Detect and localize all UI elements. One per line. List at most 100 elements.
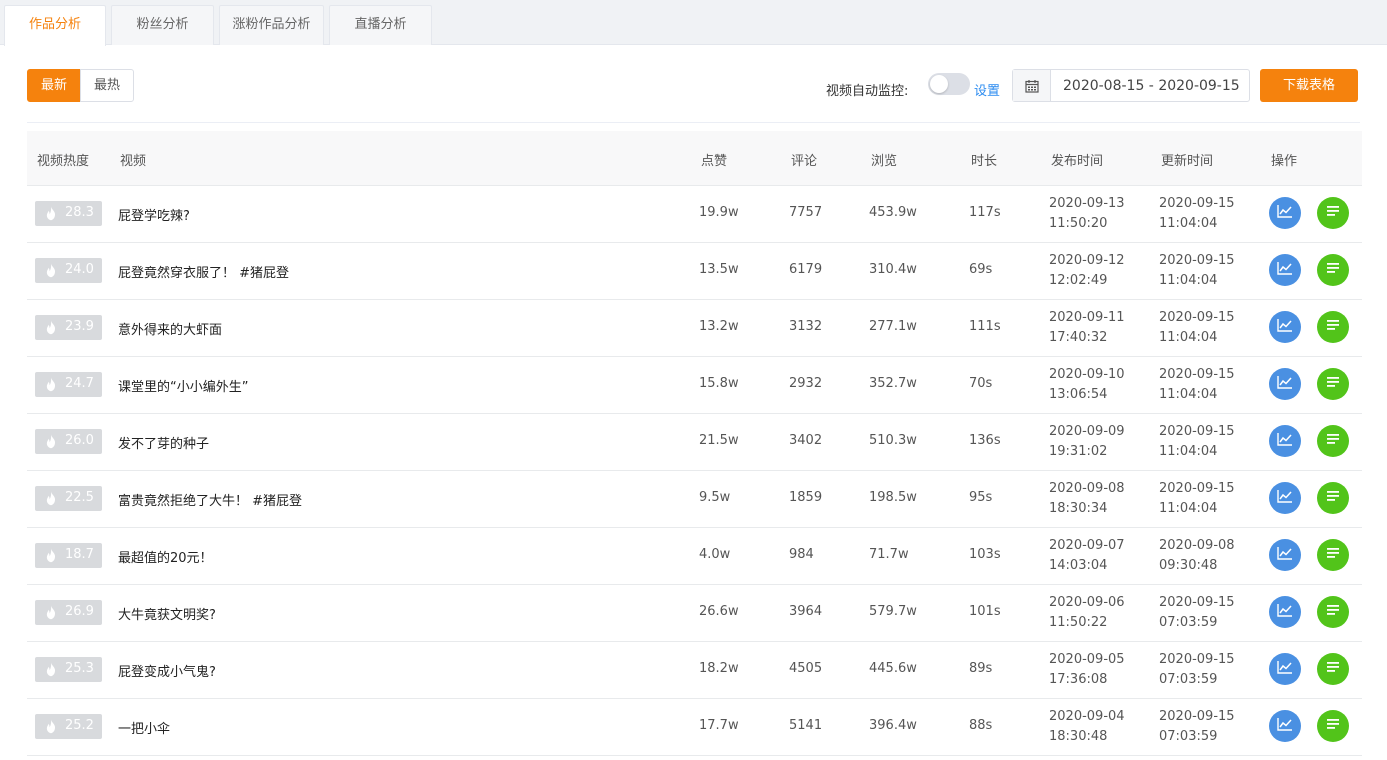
publish-time: 2020-09-10 13:06:54 [1049, 365, 1125, 405]
publish-clock: 11:50:20 [1049, 216, 1108, 231]
video-title[interactable]: 屁登变成小气鬼? [118, 661, 216, 680]
trend-chart-button[interactable] [1269, 197, 1301, 229]
likes-count: 9.5w [699, 490, 731, 505]
update-clock: 07:03:59 [1159, 729, 1218, 744]
update-date: 2020-09-15 [1159, 481, 1235, 496]
comments-count: 7757 [789, 205, 823, 220]
video-title[interactable]: 课堂里的“小小编外生” [118, 376, 248, 395]
update-clock: 09:30:48 [1159, 558, 1218, 573]
duration: 70s [969, 376, 993, 391]
publish-date: 2020-09-05 [1049, 652, 1125, 667]
table-row: 24.7 课堂里的“小小编外生” 15.8w 2932 352.7w 70s 2020-09… [27, 357, 1362, 414]
header-published: 发布时间 [1051, 154, 1104, 169]
publish-time: 2020-09-12 12:02:49 [1049, 251, 1125, 291]
publish-time: 2020-09-13 11:50:20 [1049, 194, 1125, 234]
detail-button[interactable] [1317, 425, 1349, 457]
publish-time: 2020-09-05 17:36:08 [1049, 650, 1125, 690]
update-time: 2020-09-15 11:04:04 [1159, 365, 1235, 405]
tab-live-analysis[interactable]: 直播分析 [329, 5, 432, 45]
views-count: 453.9w [869, 205, 917, 220]
video-title[interactable]: 发不了芽的种子 [118, 433, 209, 452]
detail-button[interactable] [1317, 311, 1349, 343]
calendar-icon [1013, 70, 1051, 101]
trend-chart-button[interactable] [1269, 311, 1301, 343]
line-chart-icon [1277, 375, 1293, 393]
detail-button[interactable] [1317, 710, 1349, 742]
settings-link[interactable]: 设置 [974, 80, 1000, 99]
publish-date: 2020-09-07 [1049, 538, 1125, 553]
heat-badge: 24.0 [35, 258, 102, 283]
header-video: 视频 [120, 154, 147, 169]
divider [27, 122, 1360, 123]
sort-newest-button[interactable]: 最新 [27, 69, 81, 102]
heat-value: 25.2 [65, 718, 94, 733]
detail-button[interactable] [1317, 197, 1349, 229]
detail-button[interactable] [1317, 653, 1349, 685]
publish-time: 2020-09-04 18:30:48 [1049, 707, 1125, 747]
views-count: 71.7w [869, 547, 909, 562]
video-title[interactable]: 意外得来的大虾面 [118, 319, 222, 338]
detail-button[interactable] [1317, 254, 1349, 286]
date-range-picker[interactable]: 2020-08-15 - 2020-09-15 [1012, 69, 1250, 102]
publish-clock: 13:06:54 [1049, 387, 1108, 402]
trend-chart-button[interactable] [1269, 482, 1301, 514]
detail-button[interactable] [1317, 482, 1349, 514]
table-row: 23.9 意外得来的大虾面 13.2w 3132 277.1w 111s 2020-09-1… [27, 300, 1362, 357]
trend-chart-button[interactable] [1269, 368, 1301, 400]
video-title[interactable]: 最超值的20元！ [118, 547, 213, 566]
tab-fan-growth-works[interactable]: 涨粉作品分析 [219, 5, 324, 45]
duration: 136s [969, 433, 1001, 448]
comments-count: 6179 [789, 262, 823, 277]
update-date: 2020-09-15 [1159, 652, 1235, 667]
duration: 111s [969, 319, 1001, 334]
heat-value: 25.3 [65, 661, 94, 676]
views-count: 579.7w [869, 604, 917, 619]
sort-hottest-button[interactable]: 最热 [80, 69, 134, 102]
header-actions: 操作 [1271, 154, 1298, 169]
video-title[interactable]: 一把小伞 [118, 718, 170, 737]
auto-monitor-toggle[interactable] [928, 73, 970, 95]
trend-chart-button[interactable] [1269, 539, 1301, 571]
publish-clock: 17:40:32 [1049, 330, 1108, 345]
trend-chart-button[interactable] [1269, 653, 1301, 685]
heat-badge: 25.2 [35, 714, 102, 739]
detail-button[interactable] [1317, 368, 1349, 400]
views-count: 352.7w [869, 376, 917, 391]
views-count: 198.5w [869, 490, 917, 505]
trend-chart-button[interactable] [1269, 710, 1301, 742]
line-chart-icon [1277, 261, 1293, 279]
tab-works-analysis[interactable]: 作品分析 [4, 5, 106, 46]
tab-fans-analysis[interactable]: 粉丝分析 [111, 5, 214, 45]
publish-date: 2020-09-10 [1049, 367, 1125, 382]
publish-clock: 19:31:02 [1049, 444, 1108, 459]
comments-count: 3402 [789, 433, 823, 448]
detail-button[interactable] [1317, 596, 1349, 628]
update-date: 2020-09-15 [1159, 424, 1235, 439]
likes-count: 17.7w [699, 718, 739, 733]
header-likes: 点赞 [701, 154, 728, 169]
update-clock: 07:03:59 [1159, 615, 1218, 630]
video-title[interactable]: 屁登竟然穿衣服了！ #猪屁登 [118, 262, 289, 281]
table-row: 28.3 屁登学吃辣? 19.9w 7757 453.9w 117s 2020-09-13 1… [27, 186, 1362, 243]
duration: 88s [969, 718, 993, 733]
detail-button[interactable] [1317, 539, 1349, 571]
heat-badge: 26.9 [35, 600, 102, 625]
trend-chart-button[interactable] [1269, 425, 1301, 457]
update-time: 2020-09-15 11:04:04 [1159, 479, 1235, 519]
line-chart-icon [1277, 603, 1293, 621]
video-title[interactable]: 屁登学吃辣? [118, 205, 190, 224]
trend-chart-button[interactable] [1269, 596, 1301, 628]
views-count: 396.4w [869, 718, 917, 733]
publish-clock: 18:30:48 [1049, 729, 1108, 744]
heat-value: 18.7 [65, 547, 94, 562]
list-icon [1326, 604, 1340, 620]
video-title[interactable]: 大牛竟获文明奖? [118, 604, 216, 623]
update-clock: 11:04:04 [1159, 273, 1218, 288]
video-title[interactable]: 富贵竟然拒绝了大牛！ #猪屁登 [118, 490, 302, 509]
likes-count: 15.8w [699, 376, 739, 391]
comments-count: 5141 [789, 718, 823, 733]
views-count: 510.3w [869, 433, 917, 448]
trend-chart-button[interactable] [1269, 254, 1301, 286]
download-table-button[interactable]: 下载表格 [1260, 69, 1358, 102]
publish-clock: 14:03:04 [1049, 558, 1108, 573]
